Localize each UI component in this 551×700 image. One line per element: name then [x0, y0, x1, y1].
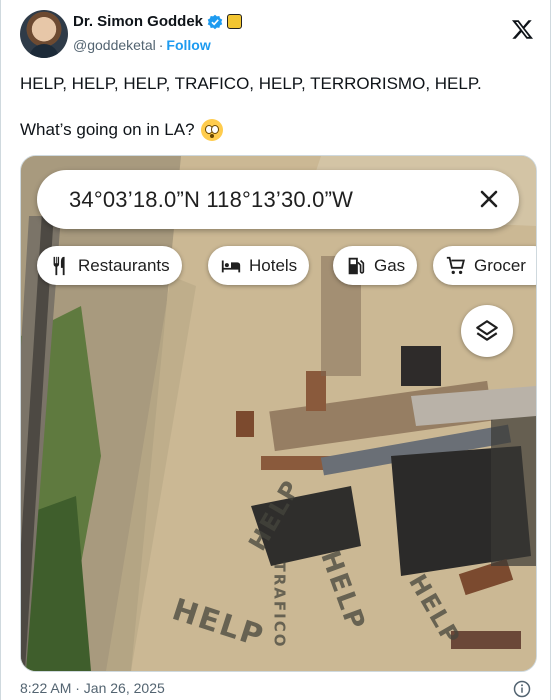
close-icon[interactable]: [477, 187, 501, 211]
x-logo-icon[interactable]: [511, 18, 534, 41]
chip-gas[interactable]: Gas: [333, 246, 418, 285]
handle[interactable]: @goddeketal: [73, 37, 156, 53]
affiliate-badge-icon: [227, 14, 243, 29]
tweet-line-2: What’s going on in LA?: [20, 120, 195, 139]
tweet-line-1: HELP, HELP, HELP, TRAFICO, HELP, TERRORI…: [20, 74, 482, 93]
layers-button[interactable]: [461, 305, 513, 357]
fork-knife-icon: [53, 256, 65, 275]
cart-icon: [446, 256, 465, 274]
bed-icon: [221, 260, 241, 272]
chip-restaurants[interactable]: Restaurants: [37, 246, 182, 285]
chip-label: Gas: [374, 255, 406, 275]
chip-label: Restaurants: [78, 255, 170, 275]
map-screenshot[interactable]: HELP TRAFICO HELP HELP HELP 34°03’18.0”N…: [20, 155, 537, 672]
left-border: [0, 0, 1, 700]
flushed-face-emoji-icon: [200, 119, 223, 141]
ground-text: TRAFICO: [270, 561, 289, 649]
display-name[interactable]: Dr. Simon Goddek: [73, 13, 203, 30]
info-icon[interactable]: [513, 680, 531, 698]
tweet-text: HELP, HELP, HELP, TRAFICO, HELP, TERRORI…: [20, 72, 530, 142]
coordinates-text: 34°03’18.0”N 118°13’30.0”W: [69, 187, 354, 212]
chip-grocery[interactable]: Grocer: [433, 246, 536, 285]
chip-label: Grocer: [474, 255, 526, 275]
name-row: Dr. Simon Goddek: [73, 13, 243, 30]
chip-hotels[interactable]: Hotels: [208, 246, 310, 285]
avatar[interactable]: [20, 10, 68, 58]
verified-badge-icon: [207, 14, 223, 29]
handle-row: @goddeketal · Follow: [73, 37, 211, 53]
gas-pump-icon: [348, 257, 365, 274]
map-search-bar[interactable]: 34°03’18.0”N 118°13’30.0”W: [37, 170, 519, 229]
tweet-line-2-row: What’s going on in LA?: [20, 118, 530, 142]
separator: ·: [158, 37, 164, 53]
tweet-timestamp[interactable]: 8:22 AM · Jan 26, 2025: [20, 680, 165, 696]
layers-icon: [476, 320, 498, 341]
chip-label: Hotels: [249, 255, 298, 275]
tweet-header: Dr. Simon Goddek @goddeketal · Follow: [20, 10, 540, 60]
follow-link[interactable]: Follow: [166, 37, 210, 53]
